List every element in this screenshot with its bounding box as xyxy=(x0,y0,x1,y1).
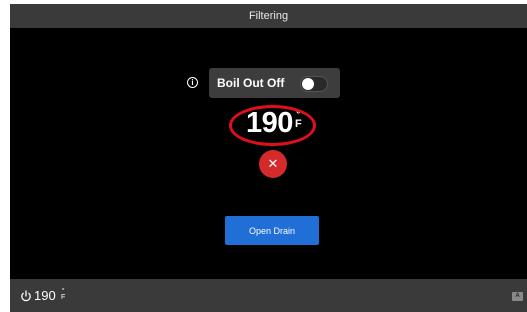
toggle-knob xyxy=(302,78,314,90)
status-bar: 190 ° F A xyxy=(10,279,527,312)
status-unit-letter: F xyxy=(61,294,66,301)
status-temperature-unit: ° F xyxy=(61,288,66,301)
language-icon[interactable]: A xyxy=(512,292,523,301)
fryer-screen: Filtering i Boil Out Off 190 ° F ✕ Open … xyxy=(10,4,527,312)
boil-out-toggle[interactable] xyxy=(300,76,328,92)
info-icon[interactable]: i xyxy=(187,77,198,88)
info-glyph: i xyxy=(191,78,194,87)
cancel-button[interactable]: ✕ xyxy=(259,150,287,178)
close-icon: ✕ xyxy=(267,156,279,171)
page-title: Filtering xyxy=(248,10,289,22)
open-drain-label: Open Drain xyxy=(248,225,296,236)
temperature-highlight-ring xyxy=(229,105,316,146)
status-temperature: 190 xyxy=(34,288,56,303)
boil-out-panel: Boil Out Off xyxy=(209,68,340,98)
open-drain-button[interactable]: Open Drain xyxy=(225,216,319,245)
power-icon[interactable] xyxy=(20,290,32,302)
boil-out-label: Boil Out Off xyxy=(217,76,285,90)
title-bar: Filtering xyxy=(10,4,527,28)
